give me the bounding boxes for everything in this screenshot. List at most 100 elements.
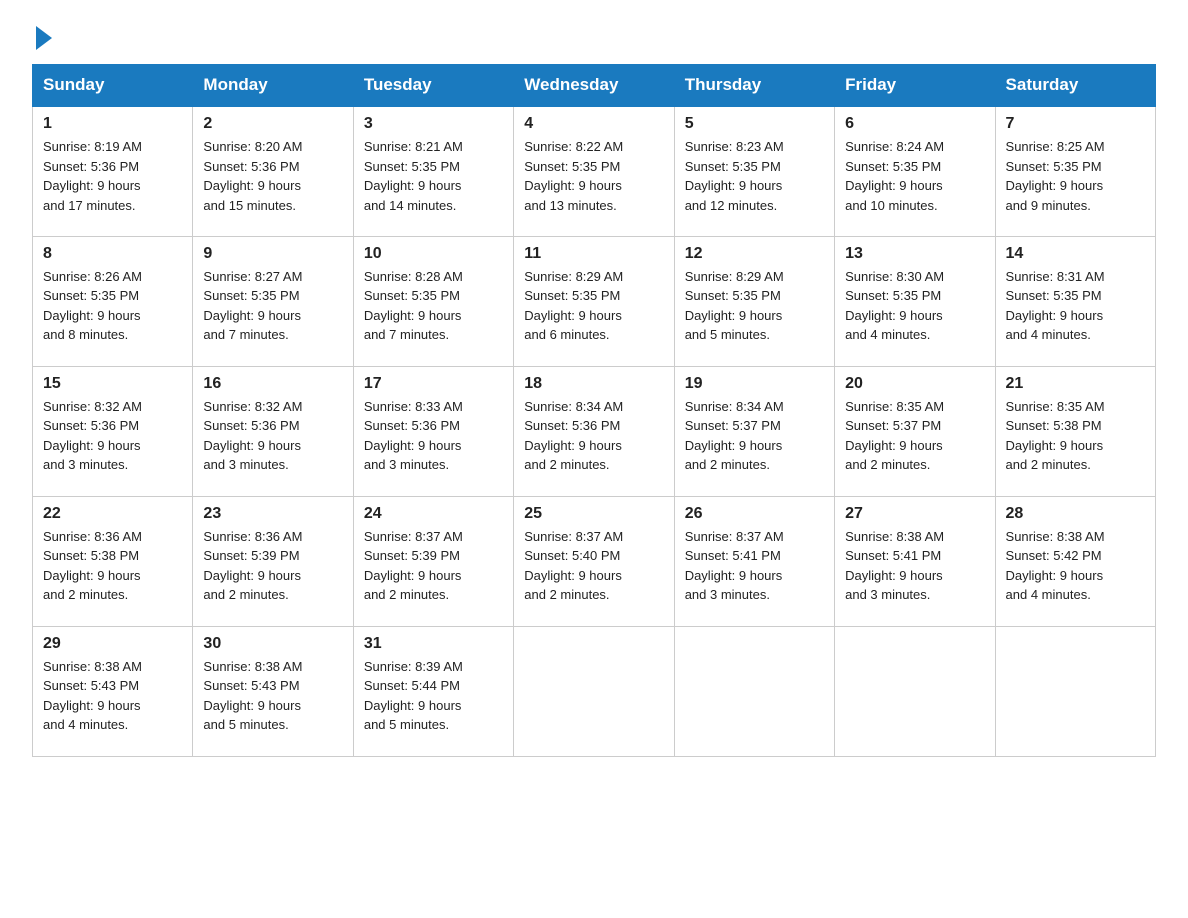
day-info: Sunrise: 8:28 AMSunset: 5:35 PMDaylight:… bbox=[364, 269, 463, 343]
weekday-header-wednesday: Wednesday bbox=[514, 65, 674, 107]
day-number: 17 bbox=[364, 375, 503, 393]
calendar-cell: 19 Sunrise: 8:34 AMSunset: 5:37 PMDaylig… bbox=[674, 366, 834, 496]
day-info: Sunrise: 8:35 AMSunset: 5:37 PMDaylight:… bbox=[845, 399, 944, 473]
logo-arrow-icon bbox=[36, 26, 52, 50]
day-number: 11 bbox=[524, 245, 663, 263]
weekday-header-saturday: Saturday bbox=[995, 65, 1155, 107]
calendar-cell: 10 Sunrise: 8:28 AMSunset: 5:35 PMDaylig… bbox=[353, 236, 513, 366]
day-info: Sunrise: 8:22 AMSunset: 5:35 PMDaylight:… bbox=[524, 139, 623, 213]
day-info: Sunrise: 8:29 AMSunset: 5:35 PMDaylight:… bbox=[524, 269, 623, 343]
calendar-cell: 17 Sunrise: 8:33 AMSunset: 5:36 PMDaylig… bbox=[353, 366, 513, 496]
page-header bbox=[32, 24, 1156, 46]
day-number: 6 bbox=[845, 115, 984, 133]
day-info: Sunrise: 8:38 AMSunset: 5:42 PMDaylight:… bbox=[1006, 529, 1105, 603]
day-number: 28 bbox=[1006, 505, 1145, 523]
calendar-cell: 28 Sunrise: 8:38 AMSunset: 5:42 PMDaylig… bbox=[995, 496, 1155, 626]
calendar-cell bbox=[674, 626, 834, 756]
day-number: 2 bbox=[203, 115, 342, 133]
day-info: Sunrise: 8:23 AMSunset: 5:35 PMDaylight:… bbox=[685, 139, 784, 213]
day-number: 14 bbox=[1006, 245, 1145, 263]
day-number: 19 bbox=[685, 375, 824, 393]
day-info: Sunrise: 8:25 AMSunset: 5:35 PMDaylight:… bbox=[1006, 139, 1105, 213]
calendar-cell: 16 Sunrise: 8:32 AMSunset: 5:36 PMDaylig… bbox=[193, 366, 353, 496]
day-info: Sunrise: 8:34 AMSunset: 5:37 PMDaylight:… bbox=[685, 399, 784, 473]
day-info: Sunrise: 8:20 AMSunset: 5:36 PMDaylight:… bbox=[203, 139, 302, 213]
day-info: Sunrise: 8:27 AMSunset: 5:35 PMDaylight:… bbox=[203, 269, 302, 343]
calendar-cell: 14 Sunrise: 8:31 AMSunset: 5:35 PMDaylig… bbox=[995, 236, 1155, 366]
day-info: Sunrise: 8:33 AMSunset: 5:36 PMDaylight:… bbox=[364, 399, 463, 473]
calendar-cell: 29 Sunrise: 8:38 AMSunset: 5:43 PMDaylig… bbox=[33, 626, 193, 756]
calendar-cell: 27 Sunrise: 8:38 AMSunset: 5:41 PMDaylig… bbox=[835, 496, 995, 626]
day-number: 3 bbox=[364, 115, 503, 133]
calendar-cell: 7 Sunrise: 8:25 AMSunset: 5:35 PMDayligh… bbox=[995, 106, 1155, 236]
calendar-cell: 1 Sunrise: 8:19 AMSunset: 5:36 PMDayligh… bbox=[33, 106, 193, 236]
day-number: 15 bbox=[43, 375, 182, 393]
day-info: Sunrise: 8:31 AMSunset: 5:35 PMDaylight:… bbox=[1006, 269, 1105, 343]
day-number: 26 bbox=[685, 505, 824, 523]
calendar-cell: 3 Sunrise: 8:21 AMSunset: 5:35 PMDayligh… bbox=[353, 106, 513, 236]
weekday-header-tuesday: Tuesday bbox=[353, 65, 513, 107]
calendar-cell: 21 Sunrise: 8:35 AMSunset: 5:38 PMDaylig… bbox=[995, 366, 1155, 496]
day-info: Sunrise: 8:38 AMSunset: 5:41 PMDaylight:… bbox=[845, 529, 944, 603]
calendar-cell bbox=[995, 626, 1155, 756]
day-number: 23 bbox=[203, 505, 342, 523]
calendar-cell: 12 Sunrise: 8:29 AMSunset: 5:35 PMDaylig… bbox=[674, 236, 834, 366]
day-info: Sunrise: 8:36 AMSunset: 5:38 PMDaylight:… bbox=[43, 529, 142, 603]
calendar-cell bbox=[514, 626, 674, 756]
day-number: 4 bbox=[524, 115, 663, 133]
calendar-cell: 18 Sunrise: 8:34 AMSunset: 5:36 PMDaylig… bbox=[514, 366, 674, 496]
weekday-header-monday: Monday bbox=[193, 65, 353, 107]
day-info: Sunrise: 8:37 AMSunset: 5:40 PMDaylight:… bbox=[524, 529, 623, 603]
day-info: Sunrise: 8:38 AMSunset: 5:43 PMDaylight:… bbox=[43, 659, 142, 733]
day-number: 8 bbox=[43, 245, 182, 263]
calendar-cell: 13 Sunrise: 8:30 AMSunset: 5:35 PMDaylig… bbox=[835, 236, 995, 366]
day-info: Sunrise: 8:24 AMSunset: 5:35 PMDaylight:… bbox=[845, 139, 944, 213]
day-number: 31 bbox=[364, 635, 503, 653]
day-info: Sunrise: 8:26 AMSunset: 5:35 PMDaylight:… bbox=[43, 269, 142, 343]
calendar-cell bbox=[835, 626, 995, 756]
logo bbox=[32, 24, 52, 46]
day-info: Sunrise: 8:34 AMSunset: 5:36 PMDaylight:… bbox=[524, 399, 623, 473]
calendar-cell: 4 Sunrise: 8:22 AMSunset: 5:35 PMDayligh… bbox=[514, 106, 674, 236]
calendar-cell: 24 Sunrise: 8:37 AMSunset: 5:39 PMDaylig… bbox=[353, 496, 513, 626]
day-number: 20 bbox=[845, 375, 984, 393]
calendar-cell: 30 Sunrise: 8:38 AMSunset: 5:43 PMDaylig… bbox=[193, 626, 353, 756]
weekday-header-friday: Friday bbox=[835, 65, 995, 107]
calendar-table: SundayMondayTuesdayWednesdayThursdayFrid… bbox=[32, 64, 1156, 757]
day-info: Sunrise: 8:38 AMSunset: 5:43 PMDaylight:… bbox=[203, 659, 302, 733]
calendar-cell: 9 Sunrise: 8:27 AMSunset: 5:35 PMDayligh… bbox=[193, 236, 353, 366]
calendar-week-row: 15 Sunrise: 8:32 AMSunset: 5:36 PMDaylig… bbox=[33, 366, 1156, 496]
day-info: Sunrise: 8:35 AMSunset: 5:38 PMDaylight:… bbox=[1006, 399, 1105, 473]
day-number: 5 bbox=[685, 115, 824, 133]
day-info: Sunrise: 8:30 AMSunset: 5:35 PMDaylight:… bbox=[845, 269, 944, 343]
calendar-cell: 25 Sunrise: 8:37 AMSunset: 5:40 PMDaylig… bbox=[514, 496, 674, 626]
day-info: Sunrise: 8:37 AMSunset: 5:39 PMDaylight:… bbox=[364, 529, 463, 603]
calendar-cell: 23 Sunrise: 8:36 AMSunset: 5:39 PMDaylig… bbox=[193, 496, 353, 626]
day-number: 21 bbox=[1006, 375, 1145, 393]
day-info: Sunrise: 8:32 AMSunset: 5:36 PMDaylight:… bbox=[203, 399, 302, 473]
day-number: 12 bbox=[685, 245, 824, 263]
day-number: 13 bbox=[845, 245, 984, 263]
day-info: Sunrise: 8:29 AMSunset: 5:35 PMDaylight:… bbox=[685, 269, 784, 343]
day-number: 24 bbox=[364, 505, 503, 523]
day-number: 22 bbox=[43, 505, 182, 523]
calendar-cell: 26 Sunrise: 8:37 AMSunset: 5:41 PMDaylig… bbox=[674, 496, 834, 626]
calendar-body: 1 Sunrise: 8:19 AMSunset: 5:36 PMDayligh… bbox=[33, 106, 1156, 756]
day-number: 18 bbox=[524, 375, 663, 393]
day-number: 30 bbox=[203, 635, 342, 653]
calendar-week-row: 8 Sunrise: 8:26 AMSunset: 5:35 PMDayligh… bbox=[33, 236, 1156, 366]
day-number: 25 bbox=[524, 505, 663, 523]
calendar-cell: 20 Sunrise: 8:35 AMSunset: 5:37 PMDaylig… bbox=[835, 366, 995, 496]
day-info: Sunrise: 8:19 AMSunset: 5:36 PMDaylight:… bbox=[43, 139, 142, 213]
calendar-header: SundayMondayTuesdayWednesdayThursdayFrid… bbox=[33, 65, 1156, 107]
calendar-cell: 31 Sunrise: 8:39 AMSunset: 5:44 PMDaylig… bbox=[353, 626, 513, 756]
calendar-cell: 8 Sunrise: 8:26 AMSunset: 5:35 PMDayligh… bbox=[33, 236, 193, 366]
weekday-header-thursday: Thursday bbox=[674, 65, 834, 107]
day-number: 1 bbox=[43, 115, 182, 133]
day-info: Sunrise: 8:39 AMSunset: 5:44 PMDaylight:… bbox=[364, 659, 463, 733]
calendar-cell: 2 Sunrise: 8:20 AMSunset: 5:36 PMDayligh… bbox=[193, 106, 353, 236]
calendar-cell: 6 Sunrise: 8:24 AMSunset: 5:35 PMDayligh… bbox=[835, 106, 995, 236]
calendar-cell: 22 Sunrise: 8:36 AMSunset: 5:38 PMDaylig… bbox=[33, 496, 193, 626]
calendar-week-row: 29 Sunrise: 8:38 AMSunset: 5:43 PMDaylig… bbox=[33, 626, 1156, 756]
calendar-cell: 15 Sunrise: 8:32 AMSunset: 5:36 PMDaylig… bbox=[33, 366, 193, 496]
